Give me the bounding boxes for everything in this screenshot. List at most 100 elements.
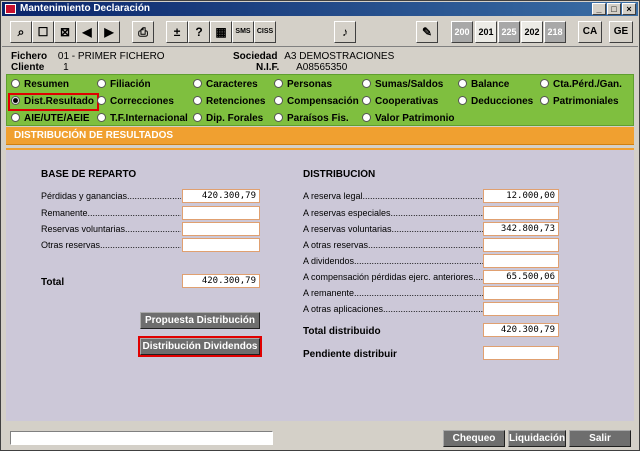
option-patrimoniales[interactable]: Patrimoniales [540, 96, 619, 108]
option-label: Deducciones [471, 96, 534, 107]
base-reparto-title: BASE DE REPARTO [41, 169, 137, 180]
section-title: DISTRIBUCIÓN DE RESULTADOS [6, 127, 634, 145]
total-distribuido-label: Total distribuido [303, 326, 381, 337]
option-paraisos-fis[interactable]: Paraísos Fis. [274, 113, 349, 125]
liquidacion-button[interactable]: Liquidación [508, 430, 566, 447]
option-compensacion[interactable]: Compensación [274, 96, 359, 108]
option-filiacion[interactable]: Filiación [97, 79, 151, 91]
model-201-button[interactable]: 201 [475, 21, 497, 43]
dist-label-otras-reservas: A otras reservas........................… [303, 240, 483, 250]
chequeo-button[interactable]: Chequeo [443, 430, 505, 447]
option-label: Valor Patrimonio [375, 113, 455, 124]
otras-reservas-field[interactable] [182, 238, 260, 252]
fichero-row: Fichero 01 - PRIMER FICHERO [11, 51, 165, 62]
close-button[interactable]: × [622, 3, 636, 15]
sms-button[interactable]: SMS [232, 21, 254, 43]
base-label-reservas-voluntarias: Reservas voluntarias....................… [41, 224, 181, 234]
radio-icon [274, 96, 283, 105]
help-button[interactable]: ? [188, 21, 210, 43]
previous-icon[interactable]: ◀ [76, 21, 98, 43]
option-dist-resultado[interactable]: Dist.Resultado [7, 93, 100, 111]
cliente-label: Cliente [11, 62, 45, 73]
otras-aplicaciones-field[interactable] [483, 302, 559, 316]
compensacion-perdidas-field[interactable]: 65.500,06 [483, 270, 559, 284]
ge-button[interactable]: GE [609, 21, 633, 43]
next-icon[interactable]: ▶ [98, 21, 120, 43]
fichero-value: 01 - PRIMER FICHERO [57, 51, 165, 62]
pendiente-distribuir-field[interactable] [483, 346, 559, 360]
option-sumas-saldos[interactable]: Sumas/Saldos [362, 79, 443, 91]
distribution-panel: BASE DE REPARTO Pérdidas y ganancias....… [6, 150, 634, 421]
search-icon[interactable]: ⌕ [10, 21, 32, 43]
option-dip-forales[interactable]: Dip. Forales [193, 113, 263, 125]
declaration-options-panel: Resumen Filiación Caracteres Personas Su… [6, 74, 634, 126]
option-valor-patrimonio[interactable]: Valor Patrimonio [362, 113, 454, 125]
option-balance[interactable]: Balance [458, 79, 509, 91]
plus-minus-button[interactable]: ± [166, 21, 188, 43]
new-record-icon[interactable]: ☐ [32, 21, 54, 43]
option-correcciones[interactable]: Correcciones [97, 96, 174, 108]
option-resumen[interactable]: Resumen [11, 79, 69, 91]
reservas-voluntarias-field[interactable] [182, 222, 260, 236]
option-label: Cooperativas [375, 96, 439, 107]
app-icon [5, 4, 16, 14]
distribucion-title: DISTRIBUCIÓN [303, 169, 376, 180]
radio-icon [97, 79, 106, 88]
option-aie-ute-aeie[interactable]: AIE/UTE/AEIE [11, 113, 90, 125]
model-202-button[interactable]: 202 [521, 21, 543, 43]
radio-icon [274, 79, 283, 88]
reservas-especiales-field[interactable] [483, 206, 559, 220]
fichero-label: Fichero [11, 51, 48, 62]
option-label: AIE/UTE/AEIE [24, 113, 90, 124]
maximize-button[interactable]: □ [607, 3, 621, 15]
edit-pen-icon[interactable]: ✎ [416, 21, 438, 43]
base-total-field[interactable]: 420.300,79 [182, 274, 260, 288]
perdidas-ganancias-field[interactable]: 420.300,79 [182, 189, 260, 203]
remanente-field[interactable] [182, 206, 260, 220]
reserva-legal-field[interactable]: 12.000,00 [483, 189, 559, 203]
model-200-button[interactable]: 200 [451, 21, 473, 43]
ciss-button[interactable]: CISS [254, 21, 276, 43]
dist-reservas-voluntarias-field[interactable]: 342.800,73 [483, 222, 559, 236]
option-label: Personas [287, 79, 333, 90]
print-icon[interactable]: ⎙ [132, 21, 154, 43]
nif-value: A08565350 [296, 62, 348, 73]
alert-bell-icon[interactable]: ♪ [334, 21, 356, 43]
base-total-label: Total [41, 277, 65, 288]
propuesta-distribucion-button[interactable]: Propuesta Distribución [140, 312, 260, 329]
option-label: Compensación [287, 96, 359, 107]
sociedad-row: Sociedad A3 DEMOSTRACIONES [233, 51, 394, 62]
option-label: Filiación [110, 79, 151, 90]
option-label: Patrimoniales [553, 96, 619, 107]
option-tf-internacional[interactable]: T.F.Internacional [97, 113, 188, 125]
minimize-button[interactable]: _ [592, 3, 606, 15]
radio-icon [274, 113, 283, 122]
total-distribuido-field[interactable]: 420.300,79 [483, 323, 559, 337]
pendiente-distribuir-label: Pendiente distribuir [303, 349, 397, 360]
option-cooperativas[interactable]: Cooperativas [362, 96, 438, 108]
option-personas[interactable]: Personas [274, 79, 332, 91]
option-cta-perd-gan[interactable]: Cta.Pérd./Gan. [540, 79, 622, 91]
sociedad-value: A3 DEMOSTRACIONES [284, 51, 395, 62]
calculator-icon[interactable]: ▦ [210, 21, 232, 43]
option-label: T.F.Internacional [110, 113, 188, 124]
dividendos-field[interactable] [483, 254, 559, 268]
delete-record-icon[interactable]: ⊠ [54, 21, 76, 43]
ca-button[interactable]: CA [578, 21, 602, 43]
option-label: Dip. Forales [206, 113, 264, 124]
nif-label: N.I.F. [256, 62, 280, 73]
salir-button[interactable]: Salir [569, 430, 631, 447]
radio-selected-icon [11, 96, 20, 105]
status-bar: Chequeo Liquidación Salir [2, 426, 638, 450]
model-218-button[interactable]: 218 [544, 21, 566, 43]
distribucion-dividendos-button[interactable]: Distribución Dividendos [138, 336, 262, 357]
model-225-button[interactable]: 225 [498, 21, 520, 43]
option-caracteres[interactable]: Caracteres [193, 79, 258, 91]
option-retenciones[interactable]: Retenciones [193, 96, 265, 108]
radio-icon [193, 113, 202, 122]
option-deducciones[interactable]: Deducciones [458, 96, 533, 108]
dist-otras-reservas-field[interactable] [483, 238, 559, 252]
cliente-row: Cliente 1 [11, 62, 69, 73]
dist-remanente-field[interactable] [483, 286, 559, 300]
title-bar: Mantenimiento Declaración _ □ × [2, 2, 638, 16]
